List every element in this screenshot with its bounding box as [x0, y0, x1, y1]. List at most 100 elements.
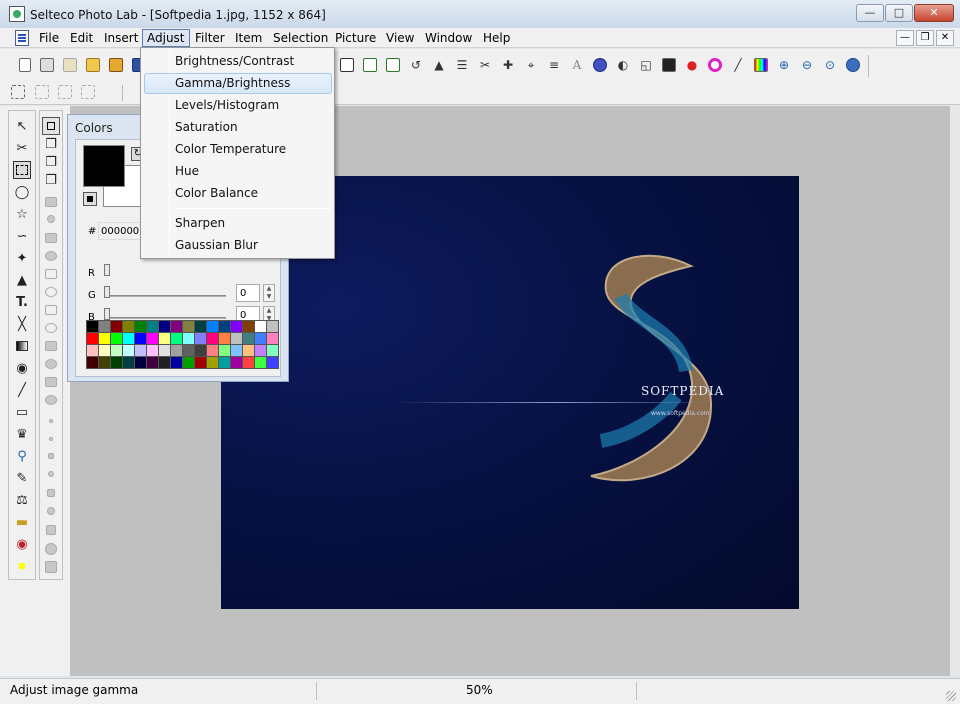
- maximize-button[interactable]: □: [885, 4, 913, 22]
- palette-swatch[interactable]: [111, 333, 122, 344]
- eyedropper-tool-icon[interactable]: ╳: [13, 315, 31, 333]
- palette-swatch[interactable]: [147, 321, 158, 332]
- palette-swatch[interactable]: [111, 345, 122, 356]
- pointer-tool-icon[interactable]: ↖: [13, 117, 31, 135]
- palette-swatch[interactable]: [147, 345, 158, 356]
- text-icon[interactable]: A: [568, 56, 586, 74]
- stamp-tool-icon[interactable]: ⚖: [13, 491, 31, 509]
- menu-saturation[interactable]: Saturation: [144, 117, 332, 138]
- black-white-icon[interactable]: ◱: [637, 56, 655, 74]
- color-wheel-icon[interactable]: [591, 56, 609, 74]
- palette-swatch[interactable]: [171, 333, 182, 344]
- brush-size-4[interactable]: [45, 251, 57, 261]
- palette-swatch[interactable]: [255, 345, 266, 356]
- palette-swatch[interactable]: [123, 345, 134, 356]
- palette-swatch[interactable]: [147, 333, 158, 344]
- brush-size-18[interactable]: [47, 507, 55, 515]
- menu-picture[interactable]: Picture: [331, 29, 380, 47]
- menu-selection[interactable]: Selection: [269, 29, 332, 47]
- palette-swatch[interactable]: [159, 345, 170, 356]
- brush-size-15[interactable]: [48, 453, 54, 459]
- menu-levels-histogram[interactable]: Levels/Histogram: [144, 95, 332, 116]
- palette-swatch[interactable]: [183, 321, 194, 332]
- zoom-fit-icon[interactable]: ⊙: [821, 56, 839, 74]
- palette-swatch[interactable]: [219, 321, 230, 332]
- minimize-button[interactable]: —: [856, 4, 884, 22]
- lasso-tool-icon[interactable]: ∽: [13, 227, 31, 245]
- new-icon[interactable]: [16, 56, 34, 74]
- menu-window[interactable]: Window: [421, 29, 476, 47]
- palette-swatch[interactable]: [231, 345, 242, 356]
- palette-swatch[interactable]: [111, 321, 122, 332]
- rotate-right-icon[interactable]: [384, 56, 402, 74]
- clone-tool-icon[interactable]: ◉: [13, 359, 31, 377]
- doc-close-button[interactable]: ✕: [936, 30, 954, 46]
- eraser-tool-icon[interactable]: ▭: [13, 403, 31, 421]
- resize-icon[interactable]: ✚: [499, 56, 517, 74]
- brush-size-16[interactable]: [48, 471, 54, 477]
- palette-swatch[interactable]: [255, 321, 266, 332]
- invert-selection-icon[interactable]: [56, 83, 74, 101]
- palette-swatch[interactable]: [135, 357, 146, 368]
- menu-color-temperature[interactable]: Color Temperature: [144, 139, 332, 160]
- palette-icon[interactable]: [752, 56, 770, 74]
- palette-swatch[interactable]: [147, 357, 158, 368]
- palette-swatch[interactable]: [87, 345, 98, 356]
- brush-size-21[interactable]: [45, 561, 57, 573]
- palette-swatch[interactable]: [231, 333, 242, 344]
- scissors-tool-icon[interactable]: ✂: [13, 139, 31, 157]
- pen-icon[interactable]: ╱: [729, 56, 747, 74]
- pencil-tool-icon[interactable]: ✎: [13, 469, 31, 487]
- hue-icon[interactable]: [706, 56, 724, 74]
- text-box-icon[interactable]: ≡: [545, 56, 563, 74]
- palette-swatch[interactable]: [171, 345, 182, 356]
- paste-icon[interactable]: [61, 56, 79, 74]
- palette-swatch[interactable]: [267, 345, 278, 356]
- menu-adjust[interactable]: Adjust: [142, 29, 190, 47]
- g-slider-track[interactable]: [106, 295, 226, 297]
- resize-grip[interactable]: [946, 691, 956, 701]
- zoom-tool-icon[interactable]: ⚲: [13, 447, 31, 465]
- brush-size-10[interactable]: [45, 359, 57, 369]
- palette-swatch[interactable]: [267, 321, 278, 332]
- ellipse-select-tool-icon[interactable]: ◯: [13, 183, 31, 201]
- select-none-icon[interactable]: [33, 83, 51, 101]
- cut-icon[interactable]: ✂: [476, 56, 494, 74]
- close-button[interactable]: ✕: [914, 4, 954, 22]
- mode-add-icon[interactable]: ❐: [42, 135, 60, 153]
- text-tool-icon[interactable]: T.: [13, 293, 31, 311]
- palette-swatch[interactable]: [99, 357, 110, 368]
- palette-swatch[interactable]: [123, 357, 134, 368]
- b-slider-track[interactable]: [106, 317, 226, 319]
- app-icon[interactable]: [9, 6, 25, 22]
- menu-brightness-contrast[interactable]: Brightness/Contrast: [144, 51, 332, 72]
- mode-subtract-icon[interactable]: ❐: [42, 153, 60, 171]
- brush-size-11[interactable]: [45, 377, 57, 387]
- crop-icon[interactable]: ⌖: [522, 56, 540, 74]
- palette-swatch[interactable]: [207, 345, 218, 356]
- palette-swatch[interactable]: [159, 321, 170, 332]
- menu-sharpen[interactable]: Sharpen: [144, 213, 332, 234]
- palette-swatch[interactable]: [243, 357, 254, 368]
- menu-edit[interactable]: Edit: [66, 29, 97, 47]
- save-icon[interactable]: [107, 56, 125, 74]
- rect-select-tool-icon[interactable]: [13, 161, 31, 179]
- palette-swatch[interactable]: [99, 345, 110, 356]
- reset-colors-button[interactable]: [83, 192, 97, 206]
- palette-swatch[interactable]: [183, 345, 194, 356]
- palette-swatch[interactable]: [243, 345, 254, 356]
- r-slider[interactable]: [104, 264, 110, 276]
- menu-help[interactable]: Help: [479, 29, 514, 47]
- palette-swatch[interactable]: [99, 333, 110, 344]
- fill-bucket-tool-icon[interactable]: ♛: [13, 425, 31, 443]
- select-all-icon[interactable]: [9, 83, 27, 101]
- menu-view[interactable]: View: [382, 29, 418, 47]
- brush-size-19[interactable]: [46, 525, 56, 535]
- g-value-input[interactable]: [236, 284, 260, 302]
- palette-swatch[interactable]: [123, 321, 134, 332]
- palette-swatch[interactable]: [159, 333, 170, 344]
- palette-swatch[interactable]: [231, 321, 242, 332]
- brush-size-1[interactable]: [45, 197, 57, 207]
- palette-swatch[interactable]: [87, 333, 98, 344]
- palette-swatch[interactable]: [219, 345, 230, 356]
